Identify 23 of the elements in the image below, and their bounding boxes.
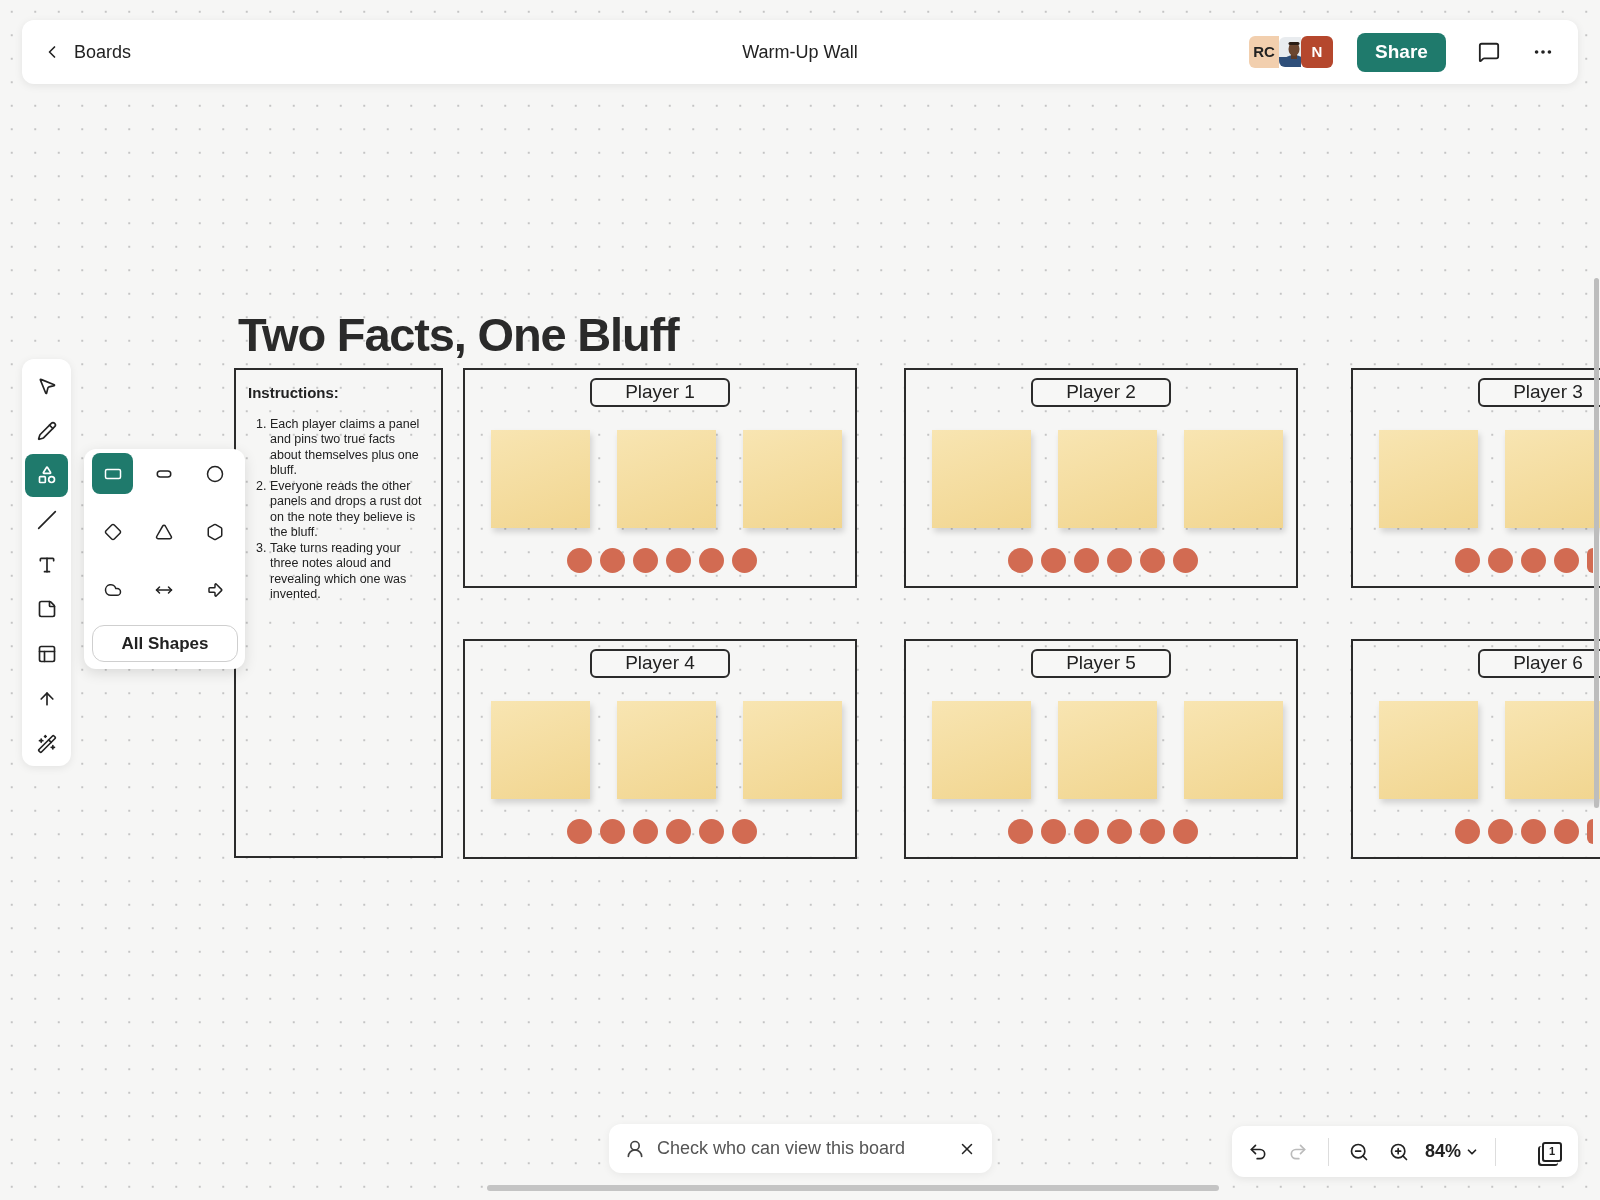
step-text: Everyone reads the other panels and drops a rust dot on the note they believe is the bluff.: [270, 478, 423, 541]
notice-text: Check who can view this board: [657, 1137, 906, 1160]
step-number: 1.: [256, 416, 268, 433]
player-label: Player 1: [590, 378, 730, 407]
back-button[interactable]: Boards: [42, 38, 132, 66]
player-label: Player 6: [1478, 649, 1600, 678]
zoom-level-dropdown[interactable]: 84%: [1425, 1138, 1480, 1165]
player-label: Player 5: [1031, 649, 1171, 678]
share-button[interactable]: Share: [1357, 32, 1446, 72]
all-shapes-button[interactable]: All Shapes: [92, 625, 238, 662]
step-number: 2.: [256, 478, 268, 495]
instructions-heading: Instructions:: [248, 383, 340, 403]
player-label: Player 4: [590, 649, 730, 678]
step-text: Each player claims a panel and pins two true facts about themselves plus one bluff.: [270, 416, 421, 479]
step-number: 3.: [256, 540, 268, 557]
player-label: Player 2: [1031, 378, 1171, 407]
user-avatar[interactable]: RC: [1249, 36, 1279, 68]
board-title-heading: Two Facts, One Bluff: [238, 307, 679, 363]
user-avatar[interactable]: N: [1301, 36, 1333, 68]
board-title: Warm-Up Wall: [742, 40, 858, 64]
player-label: Player 3: [1478, 378, 1600, 407]
step-text: Take turns reading your three notes aloud and revealing which one was invented.: [270, 540, 408, 603]
back-label: Boards: [74, 40, 132, 64]
